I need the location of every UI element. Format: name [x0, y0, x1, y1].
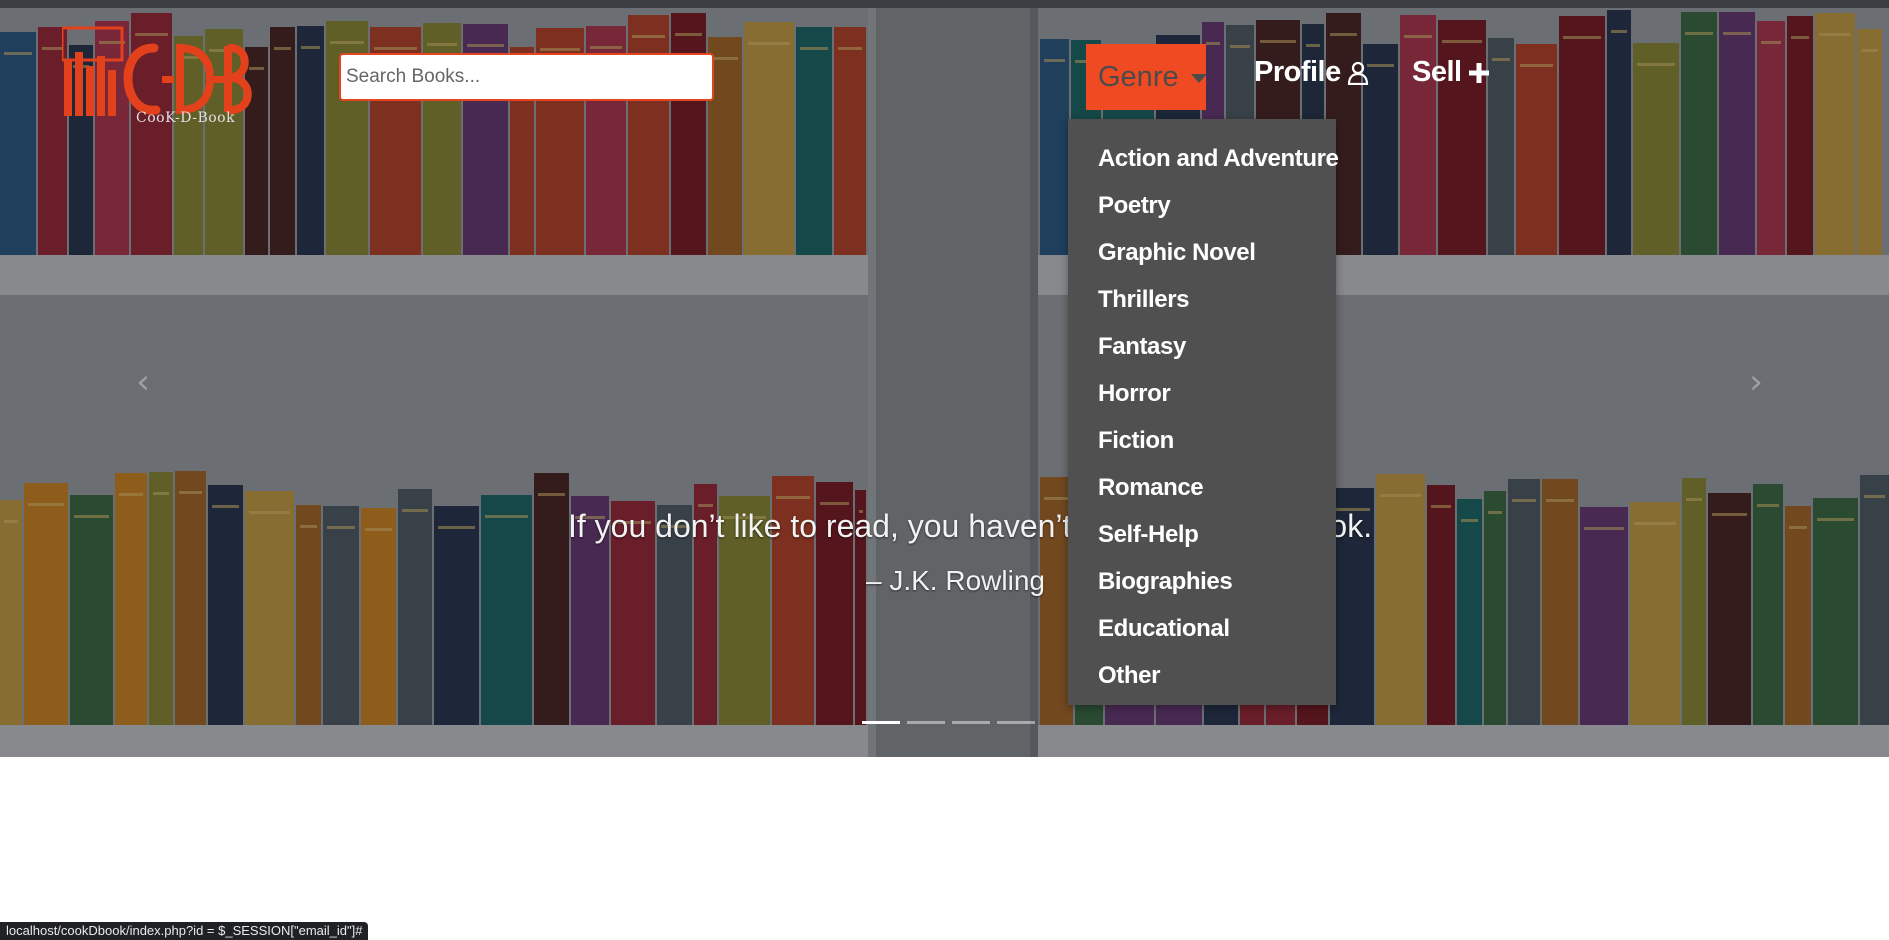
genre-label: Genre	[1098, 60, 1179, 93]
search-input[interactable]	[339, 53, 714, 101]
carousel-indicator[interactable]	[862, 721, 900, 724]
genre-dropdown-button[interactable]: Genre	[1086, 44, 1207, 110]
plus-icon	[1468, 62, 1489, 83]
genre-menu-item[interactable]: Fantasy	[1068, 323, 1336, 370]
carousel-next-button[interactable]: ›	[1736, 362, 1776, 402]
genre-menu-item[interactable]: Action and Adventure	[1068, 135, 1339, 182]
genre-menu-item[interactable]: Self-Help	[1068, 511, 1336, 558]
carousel-prev-button[interactable]: ‹	[123, 362, 163, 402]
hero-overlay	[0, 0, 1889, 757]
carousel-indicator[interactable]	[997, 721, 1035, 724]
genre-menu-item[interactable]: Other	[1068, 652, 1336, 699]
top-strip	[0, 0, 1889, 8]
browser-status-url: localhost/cookDbook/index.php?id = $_SES…	[0, 922, 369, 940]
chevron-right-icon: ›	[1749, 362, 1763, 402]
user-icon	[1347, 61, 1368, 85]
genre-menu-item[interactable]: Poetry	[1068, 182, 1336, 229]
carousel-indicator[interactable]	[907, 721, 945, 724]
genre-menu-item[interactable]: Thrillers	[1068, 276, 1336, 323]
genre-menu-item[interactable]: Romance	[1068, 464, 1336, 511]
nav-sell-link[interactable]: Sell	[1412, 56, 1490, 89]
genre-menu-item[interactable]: Graphic Novel	[1068, 229, 1336, 276]
genre-menu-item[interactable]: Horror	[1068, 370, 1336, 417]
chevron-left-icon: ‹	[136, 362, 150, 402]
carousel-quote-author: – J.K. Rowling	[866, 565, 1045, 596]
genre-menu-item[interactable]: Educational	[1068, 605, 1336, 652]
genre-menu-item[interactable]: Fiction	[1068, 417, 1336, 464]
caret-down-icon	[1190, 73, 1207, 83]
logo-subtitle: CooK-D-Book	[136, 110, 236, 126]
sell-label: Sell	[1412, 56, 1462, 88]
nav-profile-link[interactable]: Profile	[1254, 56, 1369, 89]
carousel-indicator[interactable]	[952, 721, 990, 724]
profile-label: Profile	[1254, 56, 1341, 88]
genre-menu-item[interactable]: Biographies	[1068, 558, 1336, 605]
genre-dropdown-menu: Action and Adventure Poetry Graphic Novel T…	[1068, 119, 1339, 705]
carousel-indicators	[862, 721, 1035, 724]
hero-carousel: ‹ › If you don’t like to read, you haven…	[0, 0, 1889, 757]
